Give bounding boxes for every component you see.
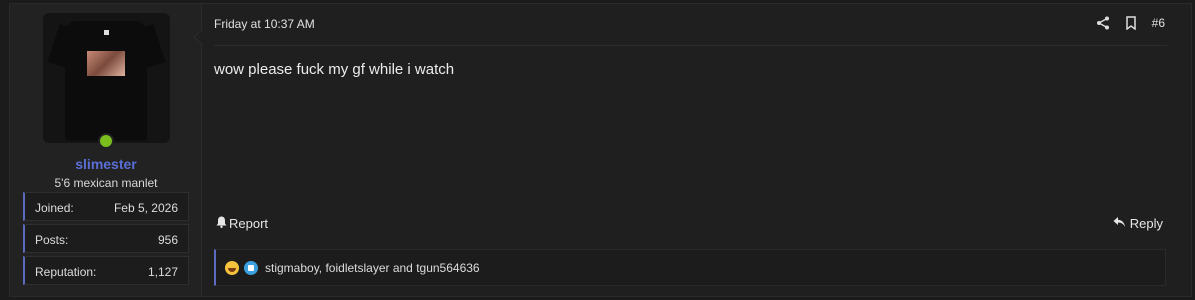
stat-value: 1,127 <box>147 265 178 279</box>
bookmark-icon[interactable] <box>1124 16 1138 31</box>
report-label: Report <box>229 216 269 231</box>
post-header-actions: #6 <box>1096 16 1165 31</box>
header-divider <box>214 45 1167 46</box>
reply-button[interactable]: Reply <box>1113 216 1163 231</box>
stat-joined: Joined: Feb 5, 2026 <box>23 192 189 221</box>
post-date-link[interactable]: Friday at 10:37 AM <box>214 17 315 31</box>
stat-value: 956 <box>157 233 178 247</box>
stat-reputation: Reputation: 1,127 <box>23 256 189 285</box>
user-title: 5'6 mexican manlet <box>54 176 158 190</box>
post-container: slimester 5'6 mexican manlet Joined: Feb… <box>9 3 1192 297</box>
stat-posts: Posts: 956 <box>23 224 189 253</box>
reaction-users-list[interactable]: stigmaboy, foidletslayer and tgun564636 <box>265 261 480 275</box>
bell-icon <box>216 216 227 231</box>
post-message: wow please fuck my gf while i watch <box>214 61 455 78</box>
stat-label: Reputation: <box>35 265 97 279</box>
share-icon[interactable] <box>1096 16 1110 30</box>
reply-icon <box>1113 216 1126 231</box>
avatar-shirt-tag <box>104 30 109 35</box>
avatar-shirt-print <box>87 51 125 76</box>
stat-value: Feb 5, 2026 <box>113 201 178 215</box>
reply-label: Reply <box>1129 216 1163 231</box>
like-reaction-icon <box>244 260 258 275</box>
post-number-link[interactable]: #6 <box>1152 16 1165 30</box>
reactions-bar[interactable]: stigmaboy, foidletslayer and tgun564636 <box>214 249 1166 286</box>
laugh-reaction-icon <box>225 260 239 275</box>
avatar[interactable] <box>43 13 170 143</box>
avatar-shirt <box>65 21 147 141</box>
username-link[interactable]: slimester <box>10 156 202 172</box>
online-status-indicator <box>98 133 114 149</box>
report-button[interactable]: Report <box>216 216 268 231</box>
user-info-column: slimester 5'6 mexican manlet Joined: Feb… <box>10 4 202 296</box>
stat-label: Joined: <box>35 201 74 215</box>
stat-label: Posts: <box>35 233 69 247</box>
